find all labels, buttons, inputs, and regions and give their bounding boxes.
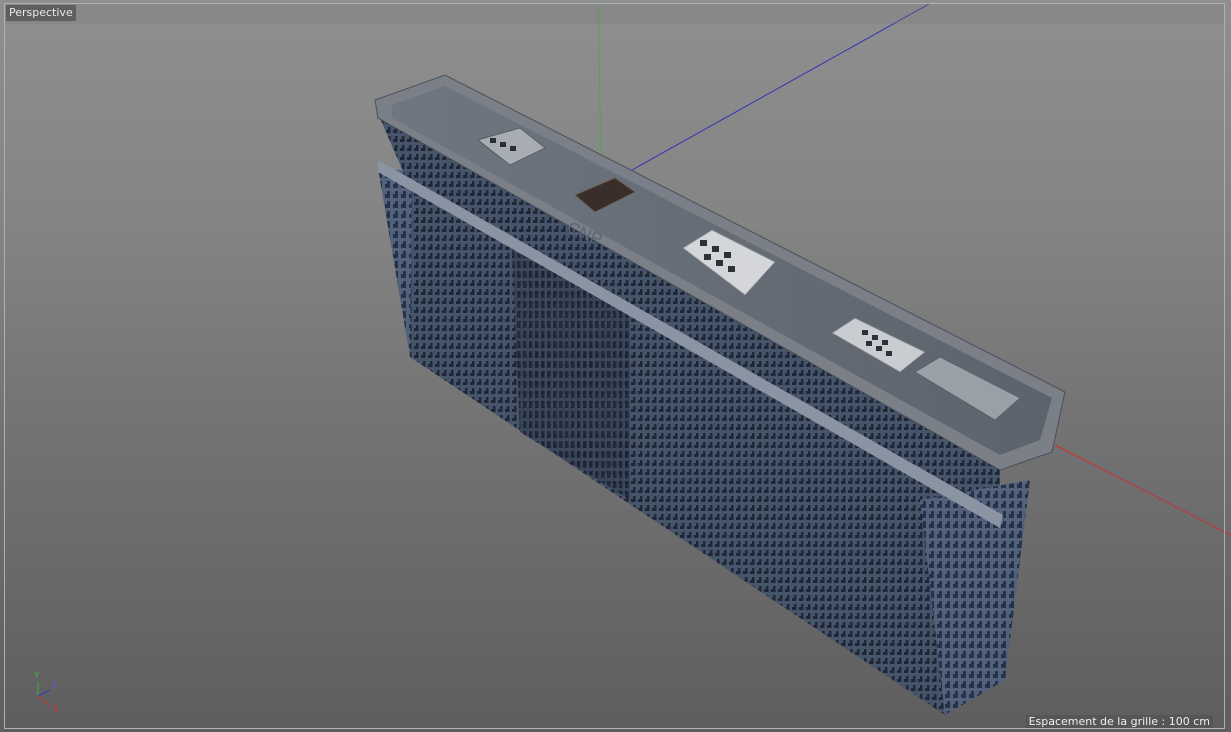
- z-axis-line: [631, 3, 930, 171]
- axis-z-label: Z: [52, 681, 58, 691]
- axis-orientation-gizmo: Y Z X: [26, 672, 76, 720]
- x-axis-line: [1054, 444, 1231, 536]
- perspective-viewport[interactable]: CNP Perspective Y Z X Espacement de la g…: [0, 0, 1231, 732]
- axis-y-label: Y: [34, 671, 40, 681]
- scene-3d-render[interactable]: CNP: [0, 0, 1231, 732]
- viewport-header-bar: [4, 3, 1225, 24]
- view-name-label[interactable]: Perspective: [6, 5, 76, 21]
- grid-spacing-status: Espacement de la grille : 100 cm: [1025, 715, 1213, 729]
- y-axis-line: [597, 3, 602, 161]
- axis-x-label: X: [53, 705, 59, 715]
